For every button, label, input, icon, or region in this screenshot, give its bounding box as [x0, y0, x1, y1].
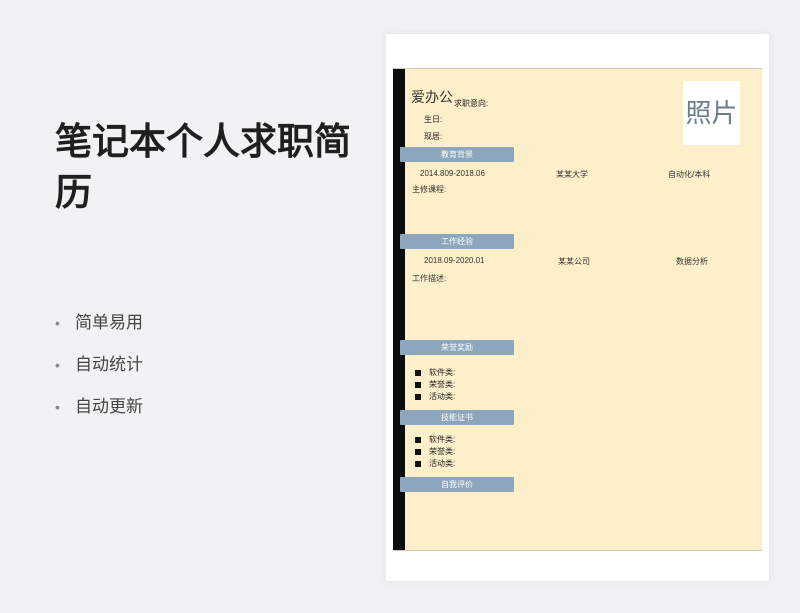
resume-name: 爱办公 [411, 89, 453, 105]
feature-list: • 简单易用 • 自动统计 • 自动更新 [55, 310, 143, 436]
section-header-skills: 技能证书 [400, 410, 514, 425]
education-major: 自动化/本科 [668, 170, 711, 179]
birthday-label: 生日: [424, 115, 443, 124]
resume-document: 爱办公 求职意向: 生日: 现居: 照片 教育背景 2014.809-2018.… [393, 68, 762, 551]
square-bullet-icon [415, 393, 421, 400]
section-header-education: 教育背景 [400, 147, 514, 162]
work-desc-label: 工作描述: [412, 274, 447, 283]
square-bullet-icon [415, 460, 421, 467]
resume-preview-sheet: 爱办公 求职意向: 生日: 现居: 照片 教育背景 2014.809-2018.… [386, 34, 769, 581]
skills-item-label: 荣誉类: [429, 447, 456, 456]
square-bullet-icon [415, 381, 421, 388]
square-bullet-icon [415, 369, 421, 376]
education-period: 2014.809-2018.06 [420, 169, 485, 178]
bullet-dot-icon: • [55, 315, 60, 331]
feature-label: 自动统计 [75, 355, 143, 374]
skills-item: 荣誉类: [415, 446, 455, 457]
bullet-dot-icon: • [55, 399, 60, 415]
section-header-awards: 荣誉奖励 [400, 340, 514, 355]
awards-item: 软件类: [415, 367, 455, 378]
feature-item: • 自动统计 [55, 352, 143, 394]
education-school: 某某大学 [556, 170, 588, 179]
square-bullet-icon [415, 448, 421, 455]
photo-placeholder: 照片 [683, 81, 740, 145]
awards-item-label: 活动类: [429, 392, 456, 401]
work-company: 某某公司 [558, 257, 590, 266]
awards-item: 活动类: [415, 391, 455, 402]
skills-item-label: 活动类: [429, 459, 456, 468]
square-bullet-icon [415, 436, 421, 443]
skills-item: 软件类: [415, 434, 455, 445]
page-title: 笔记本个人求职简历 [55, 121, 351, 213]
awards-item-label: 软件类: [429, 368, 456, 377]
bullet-dot-icon: • [55, 357, 60, 373]
awards-item: 荣誉类: [415, 379, 455, 390]
work-period: 2018.09-2020.01 [424, 256, 485, 265]
work-position: 数据分析 [676, 257, 708, 266]
feature-label: 自动更新 [75, 397, 143, 416]
feature-item: • 自动更新 [55, 394, 143, 436]
section-header-self-eval: 自我评价 [400, 477, 514, 492]
section-header-work: 工作经验 [400, 234, 514, 249]
skills-item-label: 软件类: [429, 435, 456, 444]
job-intent-label: 求职意向: [454, 99, 489, 108]
skills-item: 活动类: [415, 458, 455, 469]
feature-label: 简单易用 [75, 313, 143, 332]
courses-label: 主修课程: [412, 185, 447, 194]
feature-item: • 简单易用 [55, 310, 143, 352]
awards-item-label: 荣誉类: [429, 380, 456, 389]
residence-label: 现居: [424, 132, 443, 141]
